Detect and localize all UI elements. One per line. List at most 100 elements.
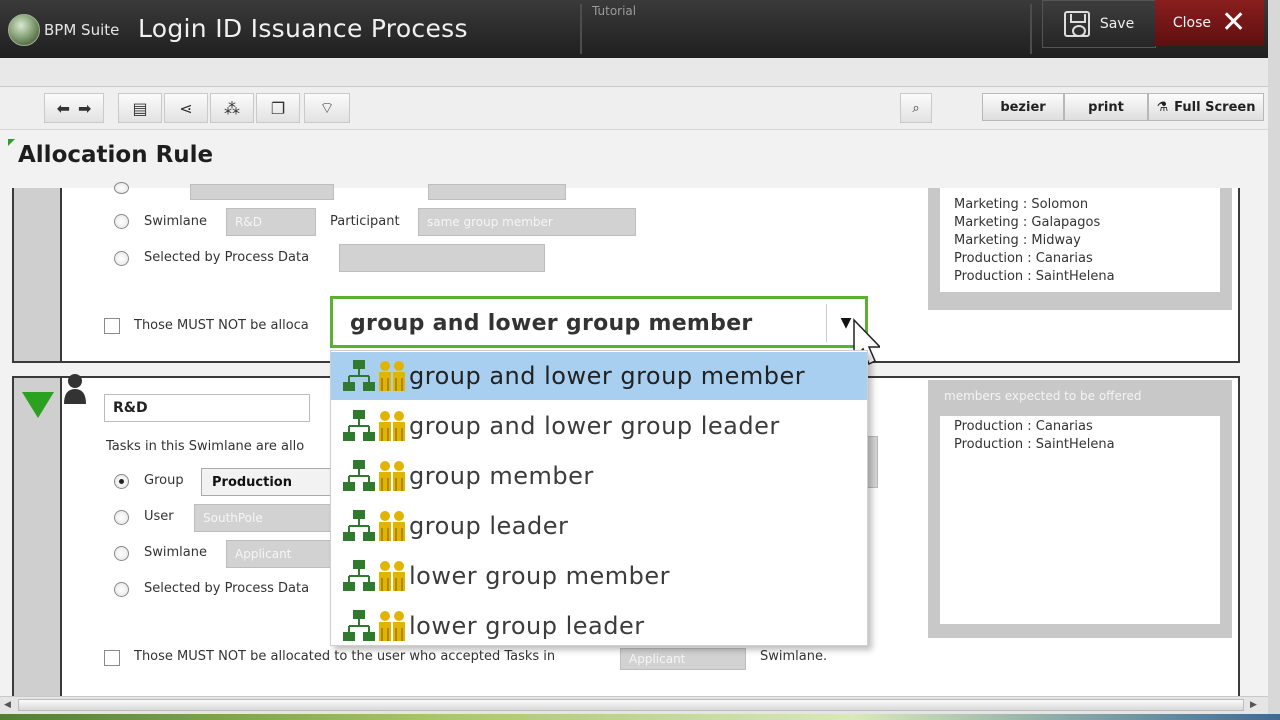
members-list: Marketing : Solomon Marketing : Galapago… — [940, 188, 1220, 292]
group-label: Group — [144, 473, 184, 488]
page-title: Allocation Rule — [18, 142, 214, 168]
vertical-scrollbar[interactable] — [1268, 0, 1280, 720]
panel-divider — [60, 378, 62, 696]
panel-gutter — [14, 378, 62, 696]
connector-icon: ⋖ — [179, 98, 193, 118]
clipped-field — [190, 184, 334, 200]
members-header: members expected to be offered — [944, 389, 1142, 403]
group-hierarchy-icon — [341, 408, 409, 444]
dropdown-option[interactable]: group and lower group member — [331, 352, 867, 400]
grid-icon: ⁂ — [224, 98, 240, 118]
must-not-label: Those MUST NOT be allocated to the user … — [134, 649, 556, 664]
swimlane-radio[interactable] — [114, 546, 129, 561]
member-item: Marketing : Solomon — [954, 197, 1089, 212]
swimlane-select[interactable]: R&D — [226, 208, 316, 236]
connector-tool-button[interactable]: ⋖ — [164, 93, 208, 123]
must-not-label: Those MUST NOT be alloca — [134, 318, 309, 333]
member-item: Marketing : Midway — [954, 233, 1081, 248]
collapse-triangle-icon[interactable] — [22, 392, 54, 418]
option-label: group leader — [409, 512, 569, 540]
member-item: Production : Canarias — [954, 419, 1093, 434]
swimlane-label: Swimlane — [144, 545, 207, 560]
comment-icon: ⌔ — [319, 98, 335, 117]
dropdown-option[interactable]: group leader — [331, 502, 867, 550]
logo-orb-icon — [8, 14, 40, 46]
group-hierarchy-icon — [341, 608, 409, 644]
menu-strip — [0, 58, 1268, 87]
option-label: group and lower group member — [409, 362, 806, 390]
layout-icon: ▤ — [132, 98, 148, 118]
group-hierarchy-icon — [341, 558, 409, 594]
group-select[interactable]: Production — [201, 468, 331, 496]
undo-redo-group: ⬅ ➡ — [44, 93, 104, 123]
close-icon: ✕ — [1221, 5, 1247, 40]
dropdown-option[interactable]: lower group member — [331, 552, 867, 600]
option-label: lower group member — [409, 562, 670, 590]
process-data-label: Selected by Process Data — [144, 250, 310, 265]
option-label: group member — [409, 462, 594, 490]
clipped-member — [954, 182, 1220, 190]
zoom-button[interactable]: ⌕ — [900, 93, 932, 123]
swimlane-name-input[interactable]: R&D — [104, 394, 310, 422]
group-radio[interactable] — [114, 474, 129, 489]
flask-icon: ⚗ — [1156, 99, 1169, 115]
title-separator — [580, 4, 582, 54]
print-button[interactable]: print — [1064, 93, 1148, 121]
desktop-strip — [0, 714, 1280, 720]
save-disk-icon — [1063, 11, 1090, 37]
scroll-left-icon[interactable]: ◀ — [4, 700, 11, 710]
close-label: Close — [1172, 15, 1211, 31]
copy-icon: ❐ — [270, 98, 286, 118]
person-icon — [64, 374, 86, 404]
user-select[interactable]: SouthPole — [194, 504, 334, 532]
save-label: Save — [1099, 16, 1135, 32]
print-label: print — [1088, 99, 1124, 115]
process-data-field[interactable] — [339, 244, 545, 272]
dropdown-option[interactable]: group member — [331, 452, 867, 500]
fullscreen-button[interactable]: ⚗ Full Screen — [1148, 93, 1264, 121]
member-item: Production : SaintHelena — [954, 269, 1115, 284]
swimlane-radio[interactable] — [114, 214, 129, 229]
tasks-label: Tasks in this Swimlane are allo — [106, 439, 305, 454]
option-label: lower group leader — [409, 612, 645, 640]
layout-tool-button[interactable]: ▤ — [118, 93, 162, 123]
dropdown-option[interactable]: group and lower group leader — [331, 402, 867, 450]
process-data-label: Selected by Process Data — [144, 581, 310, 596]
undo-icon[interactable]: ⬅ — [57, 99, 70, 118]
brand-logo: BPM Suite — [8, 12, 126, 48]
participant-select[interactable]: same group member — [418, 208, 636, 236]
swimlane-label: Swimlane — [144, 214, 207, 229]
must-not-checkbox[interactable] — [104, 318, 120, 334]
panel-divider — [60, 188, 62, 361]
user-label: User — [144, 509, 174, 524]
copy-tool-button[interactable]: ❐ — [256, 93, 300, 123]
participant-label: Participant — [330, 214, 400, 229]
panel-gutter — [14, 188, 62, 361]
swimlane-select[interactable]: Applicant — [226, 540, 332, 568]
members-list: Production : Canarias Production : Saint… — [940, 416, 1220, 624]
group-hierarchy-icon — [341, 358, 409, 394]
user-radio[interactable] — [114, 510, 129, 525]
scroll-right-icon[interactable]: ▶ — [1250, 700, 1257, 710]
close-button[interactable]: Close ✕ — [1155, 0, 1264, 46]
grid-tool-button[interactable]: ⁂ — [210, 93, 254, 123]
option-label: group and lower group leader — [409, 412, 780, 440]
corner-marker — [8, 139, 15, 146]
dropdown-option[interactable]: lower group leader — [331, 602, 867, 650]
title-separator — [1030, 4, 1032, 54]
horizontal-scroll-thumb[interactable] — [18, 699, 1244, 711]
save-button[interactable]: Save — [1042, 0, 1156, 48]
bezier-button[interactable]: bezier — [982, 93, 1064, 121]
process-data-radio[interactable] — [114, 582, 129, 597]
bezier-label: bezier — [1000, 99, 1046, 115]
swimlane-suffix: Swimlane. — [760, 649, 828, 664]
member-item: Production : Canarias — [954, 251, 1093, 266]
comment-tool-button[interactable]: ⌔ — [304, 93, 350, 123]
app-title: Login ID Issuance Process — [138, 14, 468, 43]
redo-icon[interactable]: ➡ — [78, 99, 91, 118]
process-data-radio[interactable] — [114, 251, 129, 266]
must-not-swimlane-select[interactable]: Applicant — [620, 648, 746, 670]
clipped-radio[interactable] — [114, 182, 129, 194]
fullscreen-label: Full Screen — [1174, 99, 1256, 115]
must-not-checkbox[interactable] — [104, 650, 120, 666]
